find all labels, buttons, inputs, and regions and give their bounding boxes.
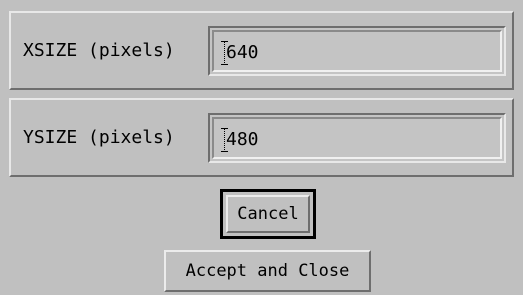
ysize-input[interactable] [226, 119, 486, 161]
xsize-input[interactable] [226, 32, 486, 74]
accept-and-close-button[interactable]: Accept and Close [164, 250, 371, 292]
xsize-field-bevel [212, 30, 502, 74]
ysize-label: YSIZE (pixels) [23, 127, 175, 148]
xsize-row: XSIZE (pixels) [9, 11, 514, 90]
ysize-row: YSIZE (pixels) [9, 98, 514, 177]
ysize-field[interactable] [208, 113, 506, 163]
cancel-button[interactable]: Cancel [226, 195, 310, 233]
xsize-label: XSIZE (pixels) [23, 40, 175, 61]
xsize-field[interactable] [208, 26, 506, 76]
ysize-field-bevel [212, 117, 502, 161]
cancel-button-focus-ring: Cancel [220, 189, 316, 239]
accept-and-close-button-frame: Accept and Close [164, 250, 371, 292]
